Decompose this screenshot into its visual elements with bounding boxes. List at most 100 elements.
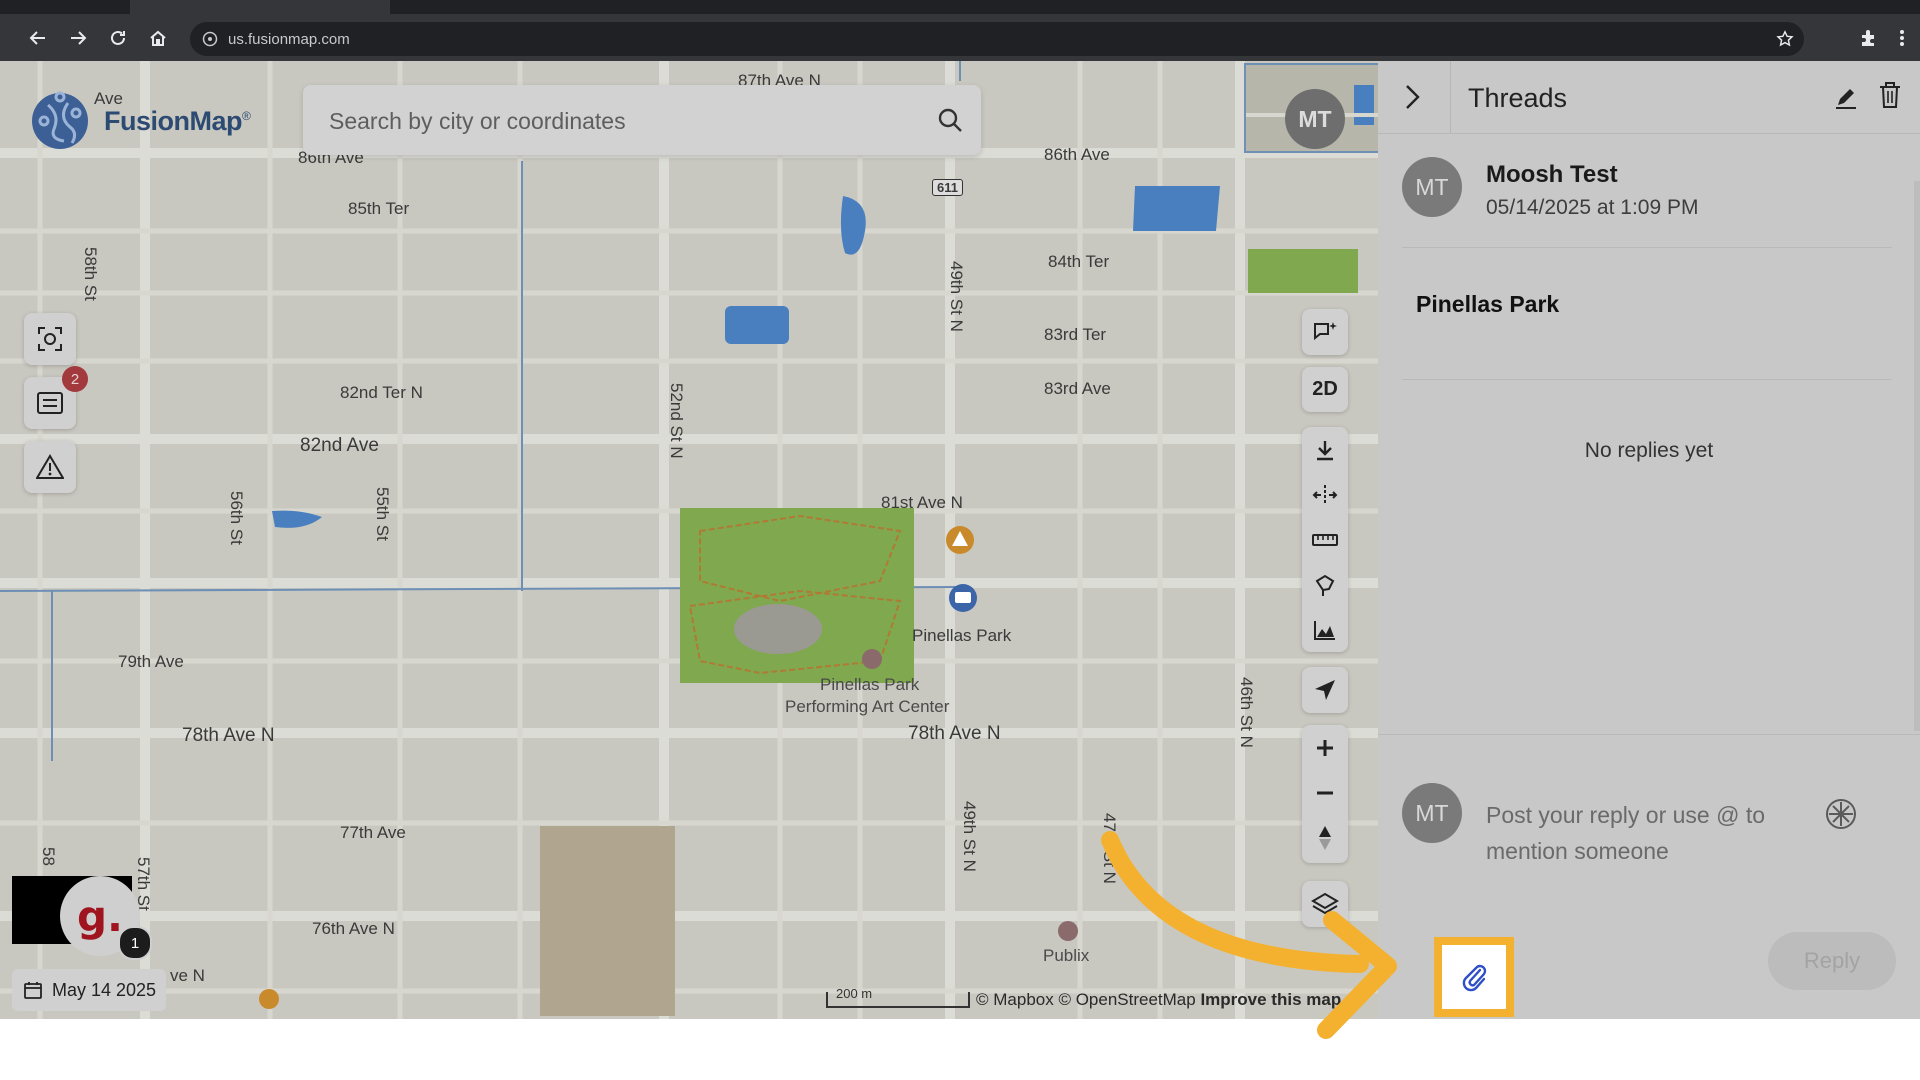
date-text: May 14 2025 (52, 979, 157, 1000)
reply-button[interactable]: Reply (1768, 932, 1896, 990)
street-label: 86th Ave (1044, 145, 1110, 164)
search-icon[interactable] (937, 107, 963, 138)
place-label: Pinellas Park (912, 626, 1012, 645)
thread-author: Moosh Test (1486, 161, 1618, 188)
ai-chat-icon[interactable] (1302, 309, 1348, 354)
paperclip-icon (1462, 964, 1487, 992)
street-label: 52nd St N (667, 383, 686, 459)
browser-toolbar: us.fusionmap.com (0, 0, 1920, 61)
view-mode-tool[interactable]: 2D (1302, 367, 1348, 412)
street-label: 81st Ave N (881, 493, 963, 512)
street-label: 46th St N (1237, 677, 1256, 748)
map-tools-group (1302, 427, 1348, 652)
poi-warning-marker[interactable] (946, 526, 974, 554)
extensions-icon[interactable] (1854, 24, 1882, 52)
layers-tool[interactable] (1302, 881, 1348, 927)
thread-author-avatar: MT (1402, 157, 1462, 217)
view-mode-button[interactable]: 2D (1302, 367, 1348, 412)
edit-icon[interactable] (1834, 85, 1858, 114)
street-label: 83rd Ter (1044, 325, 1107, 344)
zoom-controls (1302, 725, 1348, 863)
poi-comment-marker[interactable] (949, 584, 977, 612)
locate-me-icon[interactable] (1302, 667, 1348, 712)
street-label: ve N (170, 966, 205, 985)
poi-restaurant-marker[interactable] (259, 989, 279, 1009)
search-input[interactable] (327, 103, 911, 139)
polygon-draw-icon[interactable] (1302, 562, 1348, 607)
calendar-icon (24, 982, 42, 999)
panel-title: Threads (1468, 83, 1568, 113)
thread-timestamp: 05/14/2025 at 1:09 PM (1486, 196, 1699, 219)
zoom-in-icon[interactable] (1302, 725, 1348, 770)
map-scale: 200 m (826, 986, 970, 1008)
street-label: 78th Ave N (182, 725, 275, 746)
street-label: 84th Ter (1048, 252, 1110, 271)
threads-panel: Threads MT Moosh Test 05/14/2025 at 1:09… (1378, 61, 1920, 1019)
street-label: 82nd Ter N (340, 383, 423, 402)
poi-label: Publix (1043, 946, 1090, 965)
divider (1378, 734, 1920, 735)
poi-theater-marker[interactable] (862, 649, 882, 669)
street-label: 79th Ave (118, 652, 184, 671)
street-label: 83rd Ave (1044, 379, 1111, 398)
ai-assist-icon[interactable] (1824, 797, 1858, 836)
ai-feature-tool[interactable] (1302, 309, 1348, 355)
split-view-icon[interactable] (1302, 472, 1348, 517)
attach-button[interactable] (1442, 945, 1506, 1009)
divider (1402, 379, 1892, 380)
panel-header: Threads (1378, 61, 1920, 134)
download-icon[interactable] (1302, 427, 1348, 472)
zoom-out-icon[interactable] (1302, 770, 1348, 815)
user-avatar[interactable]: MT (1285, 89, 1345, 149)
panel-scrollbar[interactable] (1914, 181, 1920, 731)
search-bar (303, 85, 981, 155)
menu-icon[interactable] (1888, 24, 1916, 52)
poi-label: Performing Art Center (785, 697, 950, 716)
site-info-icon[interactable] (202, 31, 218, 52)
brand-logo[interactable]: FusionMap® (24, 85, 251, 157)
map-attribution: © Mapbox © OpenStreetMap Improve this ma… (976, 990, 1342, 1009)
divider (1402, 247, 1892, 248)
url-text[interactable]: us.fusionmap.com (228, 31, 350, 48)
improve-map-link[interactable]: Improve this map (1200, 990, 1341, 1009)
street-label: 56th St (227, 491, 246, 545)
street-label: 76th Ave N (312, 919, 395, 938)
notification-badge: 2 (62, 366, 88, 392)
locate-tool[interactable] (1302, 667, 1348, 713)
scan-icon (38, 327, 62, 351)
reload-icon[interactable] (104, 24, 132, 52)
delete-icon[interactable] (1878, 81, 1902, 114)
alerts-button[interactable] (24, 441, 76, 493)
home-icon[interactable] (144, 24, 172, 52)
layers-icon[interactable] (1302, 881, 1348, 926)
compass-icon[interactable] (1302, 815, 1348, 860)
forward-icon[interactable] (64, 24, 92, 52)
back-icon[interactable] (24, 24, 52, 52)
active-tab[interactable] (130, 0, 390, 14)
reply-input[interactable]: Post your reply or use @ to mention some… (1486, 797, 1806, 869)
street-label: 77th Ave (340, 823, 406, 842)
comment-list-icon (37, 392, 63, 414)
street-label: 49th St N (960, 801, 979, 872)
street-label: 49th St N (947, 261, 966, 332)
reply-avatar: MT (1402, 783, 1462, 843)
map-canvas[interactable]: 87th Ave N 86th Ave 86th Ave Ave 85th Te… (0, 61, 1378, 1019)
street-grid (0, 61, 1378, 1019)
street-label: 58th St (81, 247, 100, 301)
street-label: 47th St N (1100, 813, 1119, 884)
g-count-badge: 1 (118, 926, 152, 960)
poi-label: Pinellas Park (820, 675, 920, 694)
street-label: 78th Ave N (908, 723, 1001, 744)
poi-publix-marker[interactable] (1058, 921, 1078, 941)
highway-shield: 611 (932, 179, 963, 196)
header-divider (1450, 61, 1451, 133)
scan-area-button[interactable] (24, 313, 76, 365)
empty-replies-text: No replies yet (1584, 439, 1714, 462)
collapse-panel-icon[interactable] (1402, 83, 1422, 116)
elevation-chart-icon[interactable] (1302, 607, 1348, 652)
bookmark-star-icon[interactable] (1776, 30, 1794, 53)
address-bar[interactable]: us.fusionmap.com (190, 22, 1804, 56)
date-picker[interactable]: May 14 2025 (12, 969, 166, 1011)
water-bodies (272, 186, 1299, 528)
ruler-icon[interactable] (1302, 517, 1348, 562)
